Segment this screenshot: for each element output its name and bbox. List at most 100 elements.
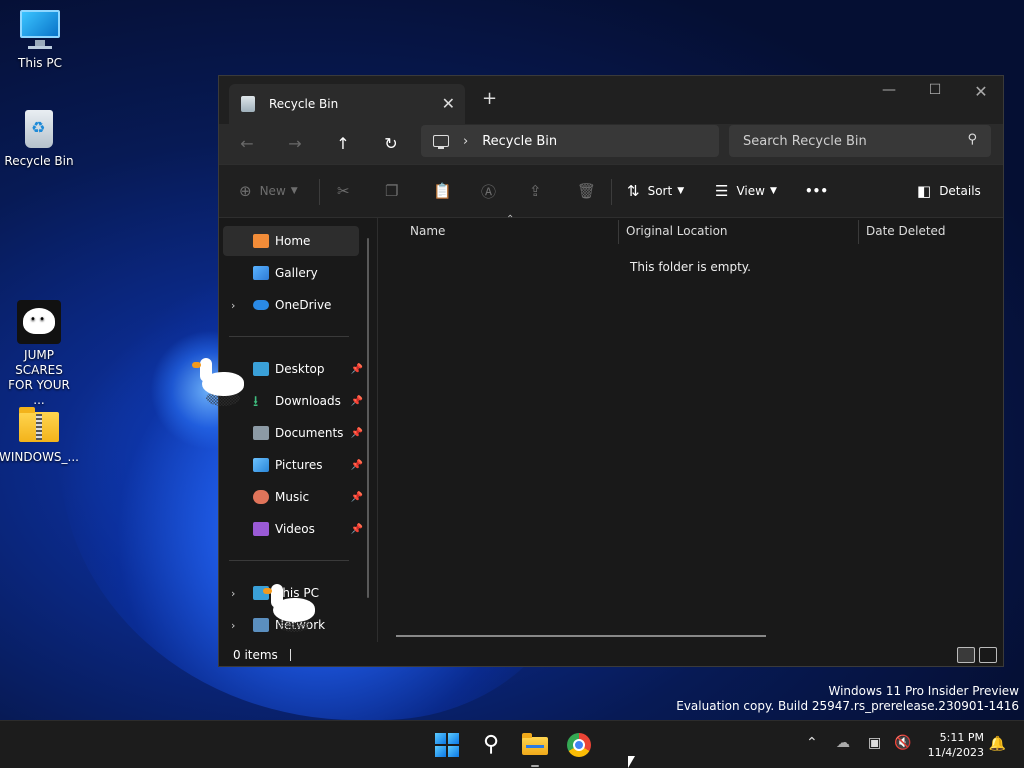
close-tab-icon[interactable]: ✕ bbox=[442, 94, 455, 113]
rename-button[interactable]: Ⓐ bbox=[481, 179, 504, 203]
command-bar: ⊕ New ▼ ✂ ❐ 📋 Ⓐ ⇪ 🗑 ⇅ Sort ▼ ☰ View ▼ ••… bbox=[219, 164, 1003, 218]
sidebar-item-label: OneDrive bbox=[275, 298, 332, 312]
maximize-icon[interactable]: ☐ bbox=[915, 82, 955, 98]
search-input[interactable] bbox=[743, 133, 953, 149]
recycle-bin-icon bbox=[17, 106, 61, 150]
refresh-icon[interactable]: ↻ bbox=[379, 132, 403, 156]
recycle-bin-icon bbox=[241, 96, 255, 112]
gallery-icon bbox=[253, 266, 269, 280]
desktop-icon-label: WINDOWS_... bbox=[0, 450, 79, 464]
status-bar: 0 items bbox=[219, 642, 1003, 668]
column-header-date-deleted[interactable]: Date Deleted bbox=[866, 224, 946, 238]
minimize-icon[interactable]: — bbox=[869, 82, 909, 98]
chevron-right-icon[interactable]: › bbox=[463, 134, 468, 149]
column-divider[interactable] bbox=[618, 220, 619, 244]
sidebar-item-gallery[interactable]: Gallery bbox=[223, 258, 359, 288]
up-arrow-icon[interactable]: ↑ bbox=[331, 132, 355, 156]
delete-button[interactable]: 🗑 bbox=[577, 179, 604, 203]
chevron-up-icon[interactable]: ⌃ bbox=[806, 735, 818, 751]
sort-button[interactable]: ⇅ Sort ▼ bbox=[627, 179, 684, 203]
view-button-label: View bbox=[736, 184, 765, 198]
start-button[interactable] bbox=[431, 729, 463, 761]
clock-time: 5:11 PM bbox=[939, 731, 984, 744]
sidebar-item-music[interactable]: Music 📌 bbox=[223, 482, 363, 512]
computer-icon bbox=[18, 8, 62, 52]
tab-recycle-bin[interactable]: Recycle Bin ✕ bbox=[229, 84, 465, 124]
desktop-icon-this-pc[interactable]: This PC bbox=[0, 8, 80, 70]
clock-date: 11/4/2023 bbox=[927, 746, 984, 759]
chevron-right-icon[interactable]: › bbox=[231, 299, 235, 312]
copy-button[interactable]: ❐ bbox=[385, 179, 406, 203]
navigation-pane: Home Gallery › OneDrive Desktop 📌 ⭳ Down… bbox=[219, 218, 377, 642]
column-header-name[interactable]: Name bbox=[410, 224, 445, 238]
desktop-icon-jump-scares[interactable]: JUMP SCARES FOR YOUR ... bbox=[0, 300, 79, 408]
sidebar-item-pictures[interactable]: Pictures 📌 bbox=[223, 450, 363, 480]
sidebar-item-home[interactable]: Home bbox=[223, 226, 359, 256]
title-bar: Recycle Bin ✕ + — ☐ ✕ bbox=[219, 76, 1003, 124]
view-button[interactable]: ☰ View ▼ bbox=[715, 179, 777, 203]
desktop-icon-recycle-bin[interactable]: Recycle Bin bbox=[0, 106, 79, 168]
onedrive-cloud-icon[interactable]: ☁ bbox=[836, 735, 850, 751]
forward-arrow-icon[interactable]: → bbox=[283, 132, 307, 156]
chevron-right-icon[interactable]: › bbox=[231, 587, 235, 600]
sidebar-divider bbox=[229, 560, 349, 561]
pin-icon[interactable]: 📌 bbox=[351, 492, 363, 503]
scissors-icon: ✂ bbox=[337, 182, 350, 200]
desktop-icon-label: This PC bbox=[18, 56, 62, 70]
tiles-view-icon[interactable] bbox=[979, 647, 997, 663]
notification-bell-icon[interactable]: 🔔 bbox=[989, 736, 1006, 752]
new-tab-button[interactable]: + bbox=[482, 88, 497, 109]
search-icon[interactable]: ⚲ bbox=[967, 132, 977, 147]
tab-label: Recycle Bin bbox=[269, 97, 339, 111]
address-bar[interactable]: › Recycle Bin bbox=[421, 125, 719, 157]
mouse-cursor bbox=[628, 756, 635, 768]
back-arrow-icon[interactable]: ← bbox=[235, 132, 259, 156]
chrome-icon[interactable] bbox=[567, 733, 591, 757]
horizontal-scrollbar[interactable] bbox=[396, 635, 766, 637]
chevron-right-icon[interactable]: › bbox=[231, 619, 235, 632]
desktop-icon bbox=[253, 362, 269, 376]
clipboard-icon: 📋 bbox=[433, 182, 452, 200]
close-window-icon[interactable]: ✕ bbox=[961, 82, 1001, 101]
clock[interactable]: 5:11 PM 11/4/2023 bbox=[928, 730, 984, 760]
search-icon[interactable]: ⚲ bbox=[475, 729, 507, 761]
evaluation-watermark: Windows 11 Pro Insider Preview Evaluatio… bbox=[676, 684, 1019, 714]
pin-icon[interactable]: 📌 bbox=[351, 524, 363, 535]
column-header-original-location[interactable]: Original Location bbox=[626, 224, 728, 238]
cut-button[interactable]: ✂ bbox=[337, 179, 358, 203]
video-icon bbox=[253, 522, 269, 536]
pin-icon[interactable]: 📌 bbox=[351, 364, 363, 375]
network-icon[interactable]: ▣ bbox=[868, 735, 881, 751]
desktop-icon-windows-zip[interactable]: WINDOWS_... bbox=[0, 402, 79, 464]
sidebar-item-videos[interactable]: Videos 📌 bbox=[223, 514, 363, 544]
status-divider bbox=[289, 649, 291, 661]
sidebar-item-label: Videos bbox=[275, 522, 315, 536]
sidebar-item-documents[interactable]: Documents 📌 bbox=[223, 418, 363, 448]
watermark-line: Evaluation copy. Build 25947.rs_prerelea… bbox=[676, 699, 1019, 713]
music-note-icon bbox=[253, 490, 269, 504]
breadcrumb[interactable]: Recycle Bin bbox=[482, 134, 557, 149]
navigation-bar: ← → ↑ ↻ › Recycle Bin ⚲ bbox=[219, 124, 1003, 164]
file-explorer-icon[interactable] bbox=[519, 729, 551, 761]
sort-button-label: Sort bbox=[647, 184, 673, 198]
pin-icon[interactable]: 📌 bbox=[351, 460, 363, 471]
pin-icon[interactable]: 📌 bbox=[351, 428, 363, 439]
share-button[interactable]: ⇪ bbox=[529, 179, 550, 203]
empty-folder-message: This folder is empty. bbox=[630, 260, 751, 274]
more-options-button[interactable]: ••• bbox=[805, 179, 828, 203]
pin-icon[interactable]: 📌 bbox=[351, 396, 363, 407]
plus-circle-icon: ⊕ bbox=[239, 182, 252, 200]
paste-button[interactable]: 📋 bbox=[433, 179, 460, 203]
sidebar-scrollbar[interactable] bbox=[367, 238, 369, 598]
sidebar-item-label: Gallery bbox=[275, 266, 318, 280]
column-divider[interactable] bbox=[858, 220, 859, 244]
search-box[interactable]: ⚲ bbox=[729, 125, 991, 157]
new-button[interactable]: ⊕ New ▼ bbox=[239, 179, 298, 203]
details-pane-button[interactable]: ◧ Details bbox=[917, 179, 981, 203]
details-view-icon[interactable] bbox=[957, 647, 975, 663]
new-button-label: New bbox=[259, 184, 286, 198]
sidebar-item-onedrive[interactable]: › OneDrive bbox=[223, 290, 359, 320]
volume-muted-icon[interactable]: 🔇 bbox=[894, 735, 911, 751]
goose-sprite bbox=[192, 356, 244, 406]
trash-icon: 🗑 bbox=[577, 182, 597, 200]
